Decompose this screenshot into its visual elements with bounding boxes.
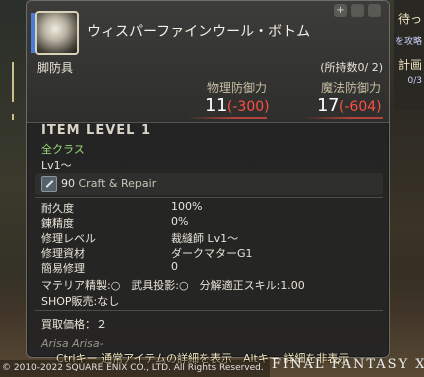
hud-text: 0/3: [407, 76, 422, 86]
divider: [35, 310, 383, 311]
craft-repair-text: 90 Craft & Repair: [61, 177, 156, 190]
divider: [35, 197, 383, 198]
stat-diff: (-300): [226, 99, 270, 115]
slot-type: 脚防具: [37, 61, 74, 75]
detail-label: 簡易修理: [41, 262, 85, 275]
hud-line: [12, 62, 14, 102]
stat-value-physical: 11(-300): [205, 95, 270, 116]
owned-label: (所持数0/: [320, 61, 369, 74]
owned-count: (所持数0/ 2): [320, 59, 383, 75]
detail-row: 簡易修理 0: [41, 260, 178, 276]
detail-value: 0%: [171, 215, 189, 228]
stat-underline: [187, 117, 267, 119]
item-tooltip: ウィスパーファインウール・ボトム + 脚防具 (所持数0/ 2) 物理防御力 1…: [26, 0, 390, 358]
craft-label: Craft & Repair: [78, 177, 157, 190]
detail-value: 100%: [171, 200, 203, 213]
stat-label-magic: 魔法防御力: [321, 81, 382, 95]
detail-label: 修理資材: [41, 247, 85, 260]
trash-icon[interactable]: [368, 4, 381, 17]
stat-diff: (-604): [338, 99, 382, 115]
owned-hq-count: 2): [371, 61, 383, 74]
hud-line: [12, 114, 14, 120]
needle-icon: [41, 176, 57, 192]
craft-number: 90: [61, 177, 75, 190]
detail-value: ダークマターG1: [171, 247, 253, 260]
crafter-signature: Arisa Arisa-: [41, 337, 104, 350]
item-icon: [31, 11, 79, 55]
lock-icon[interactable]: [351, 4, 364, 17]
right-hud-panel: 待っ を攻略 計画 0/3: [394, 0, 424, 110]
craft-repair-row: 90 Craft & Repair: [35, 173, 383, 195]
detail-label: 修理レベル: [41, 232, 96, 245]
stat-value-magic: 17(-604): [317, 95, 382, 116]
detail-label: 耐久度: [41, 202, 74, 215]
detail-value: 裁縫師 Lv1～: [171, 232, 239, 245]
equip-level: Lv1～: [41, 159, 72, 172]
hud-text: 計画: [397, 58, 422, 72]
detail-row: 耐久度 100%: [41, 200, 202, 216]
hud-text: を攻略: [394, 37, 422, 47]
tooltip-icon-bar: +: [334, 4, 381, 17]
stat-label-physical: 物理防御力: [207, 81, 268, 95]
add-icon[interactable]: +: [334, 4, 347, 17]
detail-row: 修理資材 ダークマターG1: [41, 245, 253, 261]
stat-underline: [303, 117, 383, 119]
shop-info: SHOP販売:なし: [41, 295, 120, 308]
item-name: ウィスパーファインウール・ボトム: [87, 21, 310, 41]
copyright: © 2010-2022 SQUARE ENIX CO., LTD. All Ri…: [0, 360, 270, 377]
stat-base: 11: [205, 95, 227, 116]
detail-row: 修理レベル 裁縫師 Lv1～: [41, 230, 238, 246]
hud-text: 待っ: [397, 12, 422, 26]
rarity-stripe: [31, 13, 35, 53]
detail-value: 0: [171, 260, 178, 273]
stat-base: 17: [317, 95, 339, 116]
item-level: ITEM LEVEL 1: [41, 123, 152, 138]
equip-classes: 全クラス: [41, 143, 85, 156]
detail-row: 錬精度 0%: [41, 215, 188, 231]
materia-info: マテリア精製:○ 武具投影:○ 分解適正スキル:1.00: [41, 279, 305, 292]
item-name-text: ウィスパーファインウール・ボトム: [87, 24, 311, 40]
detail-label: 錬精度: [41, 217, 74, 230]
sell-price: 買取価格：２: [41, 318, 107, 331]
game-logo: FINAL FANTASY XIV: [272, 357, 424, 372]
